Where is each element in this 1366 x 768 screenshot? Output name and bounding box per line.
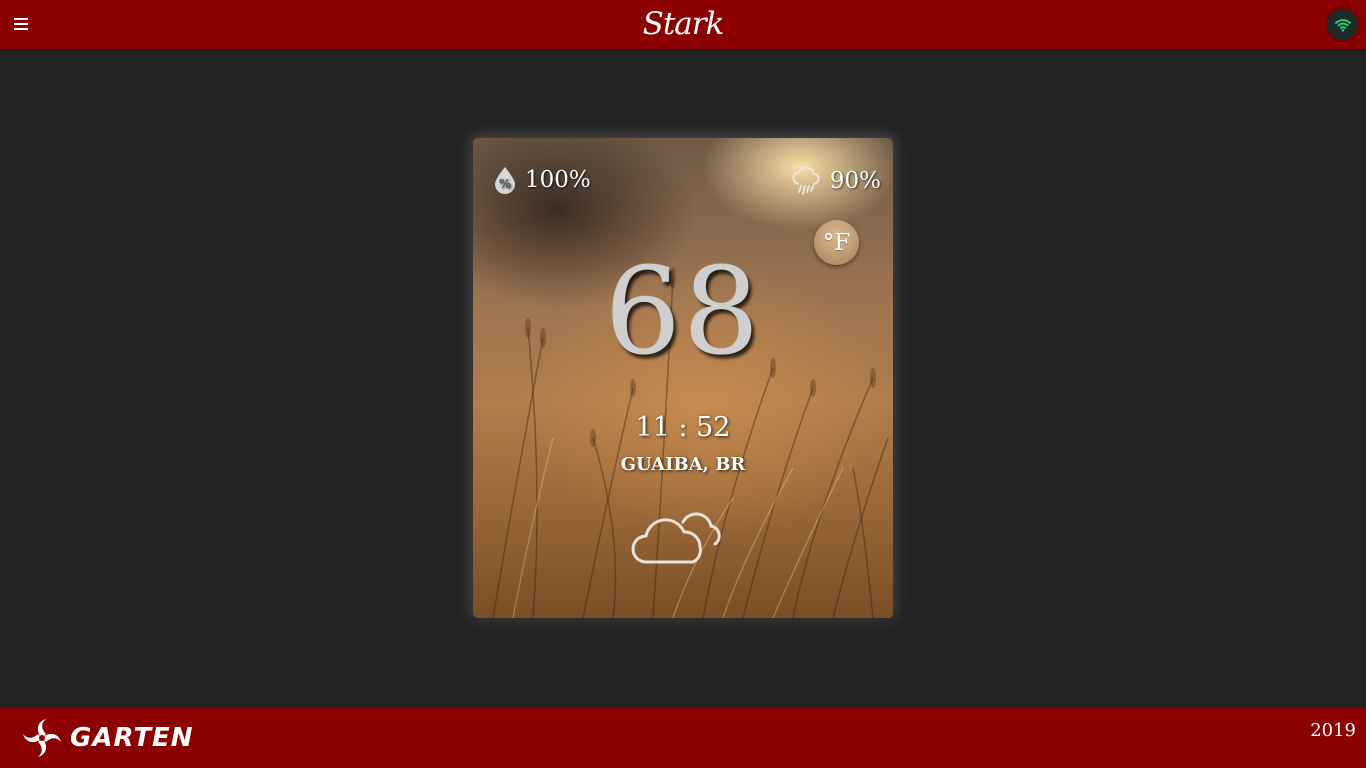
footer-bar: GARTEN 2019 <box>0 708 1366 768</box>
humidity-stat: % 100% <box>493 166 591 194</box>
brand-logo[interactable]: GARTEN <box>22 718 194 758</box>
location-label: GUAIBA, BR <box>620 454 746 475</box>
wifi-status-button[interactable] <box>1327 9 1358 40</box>
app-title: Stark <box>642 6 725 42</box>
weather-card: % 100% 90% °F 68 11 : 52 GUAIBA, BR <box>473 138 893 618</box>
brand-name: GARTEN <box>70 723 194 753</box>
cloudy-icon <box>631 512 721 564</box>
copyright-year: 2019 <box>1310 720 1356 741</box>
rain-chance-value: 90% <box>829 168 881 194</box>
rain-cloud-icon <box>792 166 820 195</box>
temperature-value: 68 <box>604 243 762 382</box>
wifi-icon <box>1334 18 1351 32</box>
humidity-drop-icon: % <box>495 167 515 194</box>
header-bar: Stark <box>0 0 1366 49</box>
humidity-value: 100% <box>525 167 591 193</box>
spiral-logo-icon <box>23 719 61 757</box>
current-time: 11 : 52 <box>635 412 731 443</box>
rain-chance-stat: 90% <box>790 166 881 196</box>
svg-text:%: % <box>499 177 511 191</box>
